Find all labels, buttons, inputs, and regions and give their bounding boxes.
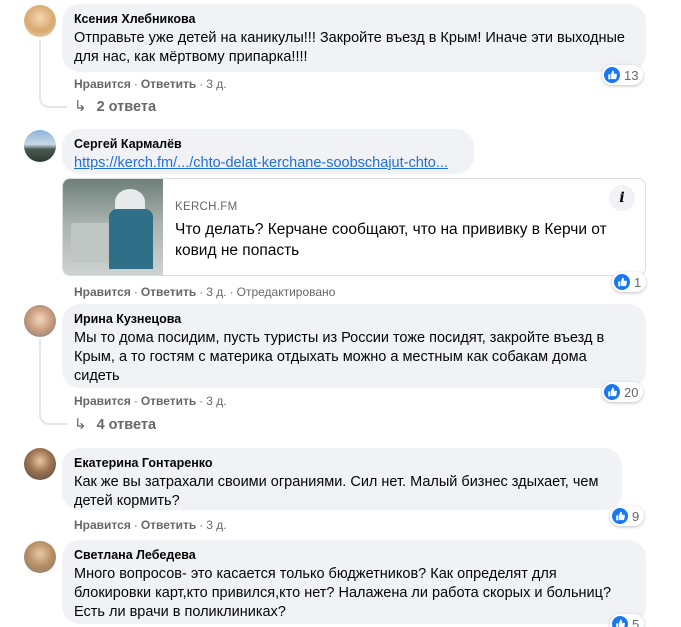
reply-button[interactable]: Ответить — [141, 394, 196, 408]
comment-author[interactable]: Ксения Хлебникова — [74, 11, 634, 27]
link-preview-card[interactable]: KERCH.FM Что делать? Керчане сообщают, ч… — [62, 178, 646, 276]
reply-button[interactable]: Ответить — [141, 518, 196, 532]
thumbs-up-icon — [614, 274, 630, 290]
comment-bubble: Сергей Кармалёв https://kerch.fm/.../cht… — [62, 129, 474, 174]
replies-count: 2 ответа — [96, 99, 157, 115]
reaction-number: 9 — [632, 508, 640, 524]
comment-author[interactable]: Светлана Лебедева — [74, 547, 634, 563]
avatar[interactable] — [24, 305, 56, 337]
comment-text: Мы то дома посидим, пусть туристы из Рос… — [74, 330, 605, 384]
comment-time[interactable]: 3 д. — [206, 77, 226, 91]
reaction-number: 5 — [632, 616, 640, 627]
comment-text: Как же вы затрахали своими ограниями. Си… — [74, 474, 599, 509]
comment-time[interactable]: 3 д. — [206, 394, 226, 408]
avatar[interactable] — [24, 448, 56, 480]
comment-actions: Нравится · Ответить · 3 д. · Отредактировано — [74, 285, 336, 299]
preview-title: Что делать? Керчане сообщают, что на при… — [175, 221, 607, 259]
reaction-number: 1 — [634, 274, 642, 290]
comment-author[interactable]: Екатерина Гонтаренко — [74, 455, 610, 471]
comment-bubble: Ксения Хлебникова Отправьте уже детей на… — [62, 4, 646, 72]
like-button[interactable]: Нравится — [74, 518, 131, 532]
like-button[interactable]: Нравится — [74, 394, 131, 408]
reaction-number: 13 — [624, 67, 639, 83]
thumbs-up-icon — [604, 384, 620, 400]
comment-actions: Нравится · Ответить · 3 д. — [74, 77, 227, 91]
comment-actions: Нравится · Ответить · 3 д. — [74, 394, 227, 408]
comment-text: Отправьте уже детей на каникулы!!! Закро… — [74, 30, 625, 65]
comment-time[interactable]: 3 д. — [206, 518, 226, 532]
thread-line — [39, 340, 67, 425]
reaction-number: 20 — [624, 384, 639, 400]
avatar[interactable] — [24, 541, 56, 573]
reaction-count[interactable]: 20 — [602, 382, 644, 402]
replies-count: 4 ответа — [96, 417, 157, 433]
comment-actions: Нравится · Ответить · 3 д. — [74, 518, 227, 532]
comment-author[interactable]: Сергей Кармалёв — [74, 136, 462, 152]
view-replies-button[interactable]: ↳ 2 ответа — [74, 98, 156, 116]
preview-image — [63, 179, 163, 275]
like-button[interactable]: Нравится — [74, 77, 131, 91]
comment-time[interactable]: 3 д. — [206, 285, 226, 299]
edited-label: Отредактировано — [236, 285, 336, 299]
preview-domain: KERCH.FM — [175, 201, 238, 213]
reply-arrow-icon: ↳ — [74, 416, 87, 433]
thread-line — [39, 40, 67, 108]
comment-text: Много вопросов- это касается только бюдж… — [74, 566, 612, 620]
thumbs-up-icon — [612, 508, 628, 524]
reaction-count[interactable]: 5 — [610, 614, 645, 627]
comment-link[interactable]: https://kerch.fm/.../chto-delat-kerchane… — [74, 154, 462, 173]
info-icon[interactable]: i — [609, 185, 635, 211]
comment-bubble: Екатерина Гонтаренко Как же вы затрахали… — [62, 448, 622, 510]
reaction-count[interactable]: 9 — [610, 506, 645, 526]
view-replies-button[interactable]: ↳ 4 ответа — [74, 416, 156, 434]
comment-bubble: Светлана Лебедева Много вопросов- это ка… — [62, 540, 646, 624]
reaction-count[interactable]: 1 — [612, 272, 647, 292]
reply-button[interactable]: Ответить — [141, 77, 196, 91]
avatar[interactable] — [24, 5, 56, 37]
reaction-count[interactable]: 13 — [602, 65, 644, 85]
comment-bubble: Ирина Кузнецова Мы то дома посидим, пуст… — [62, 304, 646, 388]
like-button[interactable]: Нравится — [74, 285, 131, 299]
thumbs-up-icon — [604, 67, 620, 83]
reply-button[interactable]: Ответить — [141, 285, 196, 299]
reply-arrow-icon: ↳ — [74, 98, 87, 115]
avatar[interactable] — [24, 130, 56, 162]
thumbs-up-icon — [612, 616, 628, 627]
comment-author[interactable]: Ирина Кузнецова — [74, 311, 634, 327]
